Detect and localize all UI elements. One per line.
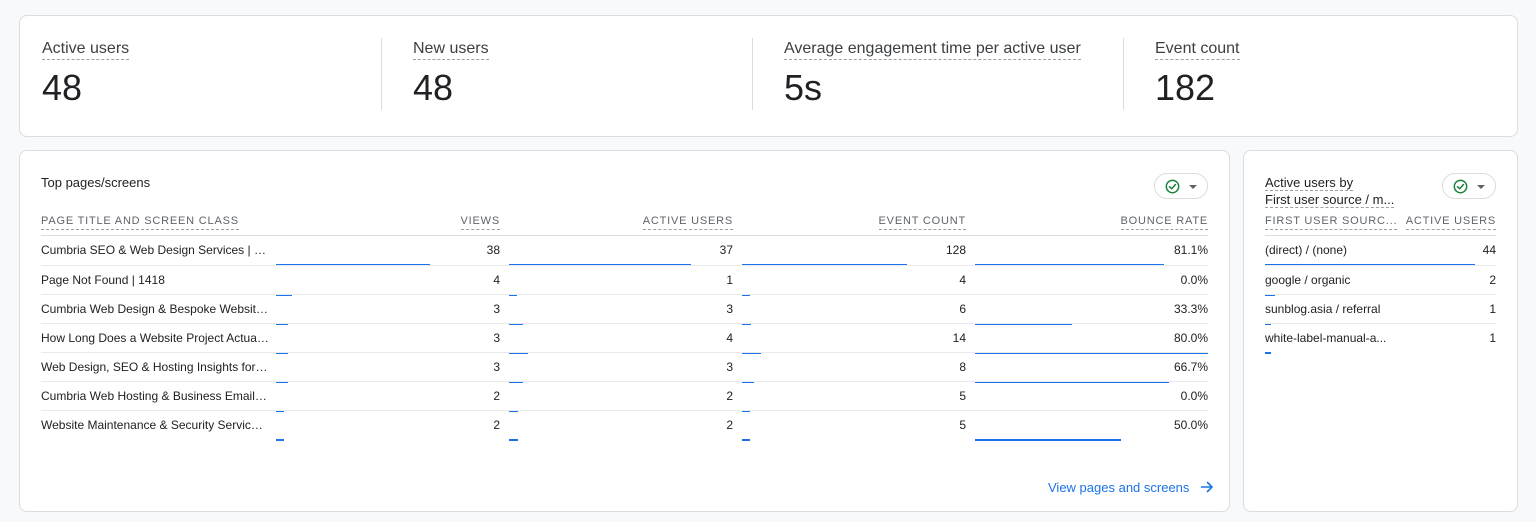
views-cell: 3 [493,360,500,374]
bounce-rate-cell: 66.7% [1173,360,1208,374]
check-circle-icon [1165,179,1180,194]
bounce-rate-cell: 81.1% [1173,243,1208,257]
kpi-summary-card: Active users 48 New users 48 Average eng… [19,15,1518,137]
kpi-event-count[interactable]: Event count 182 [1133,16,1494,138]
bounce-rate-cell: 80.0% [1173,331,1208,345]
table-row[interactable]: white-label-manual-a... 1 [1265,323,1496,354]
views-cell: 3 [493,302,500,316]
page-title-cell[interactable]: Cumbria SEO & Web Design Services | 14..… [41,243,269,257]
table-row[interactable]: How Long Does a Website Project Actuall.… [41,323,1208,354]
kpi-value: 48 [413,67,454,108]
views-cell: 4 [493,273,500,287]
kpi-label[interactable]: Event count [1155,40,1240,60]
bounce-rate-cell: 0.0% [1180,389,1208,403]
event-count-cell: 5 [959,418,966,432]
event-count-cell: 6 [959,302,966,316]
view-pages-link[interactable]: View pages and screens [1048,480,1189,496]
table-row[interactable]: Page Not Found | 1418 4 1 4 0.0% [41,265,1208,296]
column-header-bounce-rate[interactable]: BOUNCE RATE [1120,215,1208,230]
table-row[interactable]: google / organic 2 [1265,265,1496,296]
divider [752,38,753,110]
views-cell: 3 [493,331,500,345]
kpi-engagement-time[interactable]: Average engagement time per active user … [762,16,1123,138]
views-cell: 2 [493,389,500,403]
column-header-source[interactable]: FIRST USER SOURC... [1265,215,1398,230]
source-cell[interactable]: google / organic [1265,273,1350,287]
active-users-cell: 3 [726,360,733,374]
active-users-bar [509,439,518,441]
views-cell: 38 [486,243,500,257]
page-title-cell[interactable]: Page Not Found | 1418 [41,273,165,287]
event-count-cell: 4 [959,273,966,287]
active-users-cell: 1 [1489,331,1496,345]
active-users-cell: 2 [726,418,733,432]
table-row[interactable]: Web Design, SEO & Hosting Insights for C… [41,352,1208,383]
event-count-cell: 14 [952,331,966,345]
kpi-value: 48 [42,67,83,108]
column-header-event-count[interactable]: EVENT COUNT [878,215,966,230]
page-title-cell[interactable]: Cumbria Web Hosting & Business Email S..… [41,389,269,403]
bounce-rate-cell: 33.3% [1173,302,1208,316]
table-row[interactable]: Cumbria Web Design & Bespoke Website ...… [41,294,1208,325]
kpi-value: 5s [784,67,823,108]
active-users-cell: 3 [726,302,733,316]
table-row[interactable]: sunblog.asia / referral 1 [1265,294,1496,325]
column-header-page-title[interactable]: PAGE TITLE AND SCREEN CLASS [41,215,239,230]
kpi-label[interactable]: Average engagement time per active user [784,40,1081,60]
active-users-bar [1265,352,1271,354]
active-users-cell: 1 [726,273,733,287]
check-circle-icon [1453,179,1468,194]
source-cell[interactable]: (direct) / (none) [1265,243,1347,257]
kpi-label[interactable]: New users [413,40,489,60]
active-users-cell: 2 [726,389,733,403]
chevron-down-icon [1189,185,1197,189]
top-pages-card: Top pages/screens PAGE TITLE AND SCREEN … [19,150,1230,512]
bounce-rate-cell: 50.0% [1173,418,1208,432]
page-title-cell[interactable]: How Long Does a Website Project Actuall.… [41,331,269,345]
page-title-cell[interactable]: Website Maintenance & Security Services.… [41,418,269,432]
active-users-by-source-card: Active users by First user source / m...… [1243,150,1518,512]
active-users-cell: 4 [726,331,733,345]
event-count-cell: 8 [959,360,966,374]
page-title-cell[interactable]: Web Design, SEO & Hosting Insights for C… [41,360,269,374]
kpi-label[interactable]: Active users [42,40,130,60]
column-header-active-users[interactable]: ACTIVE USERS [1405,215,1496,230]
event-count-cell: 128 [945,243,966,257]
event-count-cell: 5 [959,389,966,403]
source-cell[interactable]: sunblog.asia / referral [1265,302,1380,316]
column-header-views[interactable]: VIEWS [460,215,500,230]
source-cell[interactable]: white-label-manual-a... [1265,331,1386,345]
table-row[interactable]: Cumbria SEO & Web Design Services | 14..… [41,236,1208,266]
active-users-cell: 37 [719,243,733,257]
column-header-active-users[interactable]: ACTIVE USERS [642,215,733,230]
event-count-bar [742,439,750,441]
active-users-cell: 1 [1489,302,1496,316]
card-title-line1: Active users by [1265,175,1354,191]
comparison-status-button[interactable] [1154,173,1208,199]
page-title-cell[interactable]: Cumbria Web Design & Bespoke Website ... [41,302,269,316]
chevron-down-icon [1477,185,1485,189]
views-bar [276,439,284,441]
bounce-rate-cell: 0.0% [1180,273,1208,287]
card-title: Active users by First user source / m... [1265,174,1395,208]
table-row[interactable]: Website Maintenance & Security Services.… [41,410,1208,441]
table-row[interactable]: (direct) / (none) 44 [1265,236,1496,266]
active-users-cell: 2 [1489,273,1496,287]
divider [1123,38,1124,110]
bounce-rate-bar [975,439,1121,441]
table-row[interactable]: Cumbria Web Hosting & Business Email S..… [41,381,1208,412]
dimension-selector[interactable]: First user source / m... [1265,192,1395,208]
comparison-status-button[interactable] [1442,173,1496,199]
card-title: Top pages/screens [41,175,151,190]
active-users-cell: 44 [1482,243,1496,257]
kpi-value: 182 [1155,67,1216,108]
arrow-right-icon[interactable] [1200,480,1214,494]
kpi-new-users[interactable]: New users 48 [391,16,752,138]
views-cell: 2 [493,418,500,432]
divider [381,38,382,110]
kpi-active-users[interactable]: Active users 48 [20,16,381,138]
